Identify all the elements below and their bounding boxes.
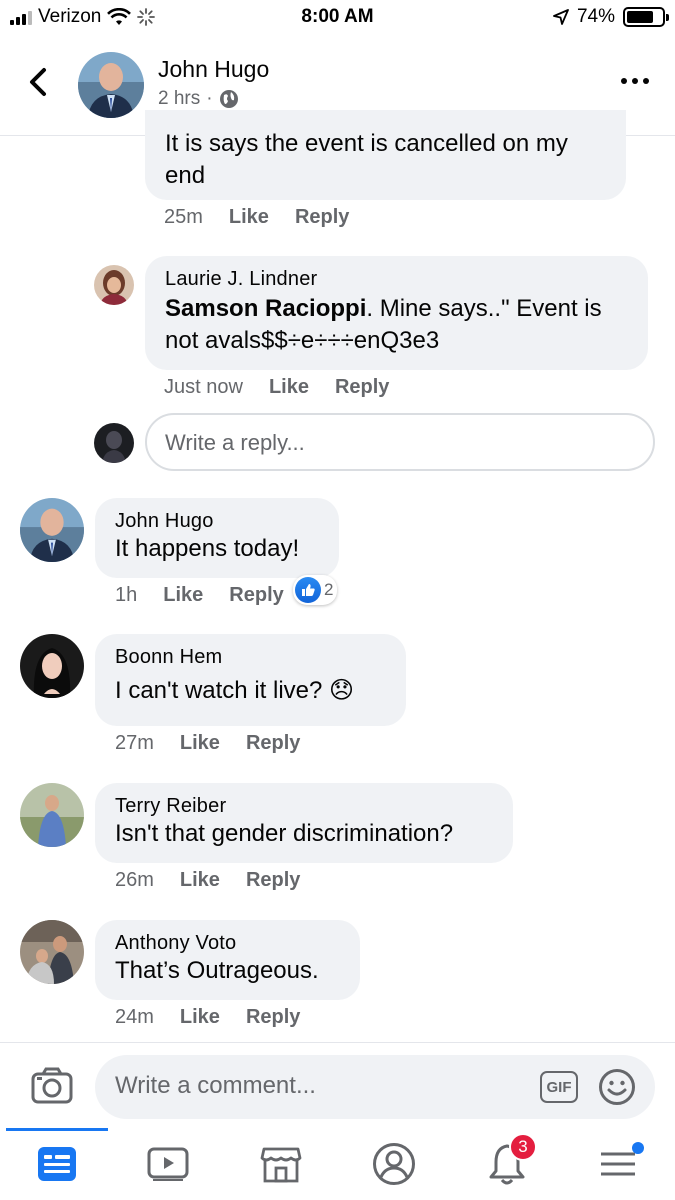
reaction-number: 2 [324, 580, 334, 599]
notification-badge: 3 [509, 1133, 537, 1161]
reply-link[interactable]: Reply [246, 732, 300, 755]
globe-icon [219, 90, 238, 108]
tab-news-feed[interactable] [7, 1128, 107, 1200]
emoji-icon[interactable] [598, 1068, 636, 1106]
comment-time: 26m [115, 869, 154, 891]
gif-button[interactable]: GIF [540, 1071, 578, 1103]
like-link[interactable]: Like [180, 1006, 220, 1029]
comment-bubble: Anthony Voto That’s Outrageous. [95, 920, 360, 1000]
location-arrow-icon [553, 9, 569, 25]
comment-bubble: John Hugo It happens today! [95, 498, 339, 578]
current-user-avatar [94, 423, 134, 463]
comment-time: 1h [115, 584, 138, 606]
comment-author[interactable]: John Hugo [115, 510, 319, 533]
separator-dot: · [206, 88, 213, 109]
bottom-tab-bar: 3 [0, 1128, 675, 1200]
more-options-icon[interactable] [621, 78, 649, 84]
reply-link[interactable]: Reply [335, 376, 389, 399]
tab-menu[interactable] [568, 1128, 668, 1200]
commenter-avatar[interactable] [20, 920, 84, 984]
profile-icon [373, 1143, 415, 1185]
video-icon [147, 1147, 189, 1181]
reply-bubble: Laurie J. Lindner Samson Racioppi. Mine … [145, 256, 648, 370]
comment-author[interactable]: Laurie J. Lindner [165, 268, 628, 291]
reply-link[interactable]: Reply [246, 869, 300, 892]
reply-input[interactable]: Write a reply... [145, 413, 655, 471]
reply-bubble: It is says the event is cancelled on my … [145, 110, 626, 200]
like-link[interactable]: Like [269, 376, 309, 399]
menu-notification-dot [632, 1142, 644, 1154]
comment-text: It is says the event is cancelled on my … [165, 130, 568, 189]
comment-time: 24m [115, 1006, 154, 1028]
tab-watch[interactable] [118, 1128, 218, 1200]
comment-actions: 26m Like Reply [115, 869, 326, 892]
like-link[interactable]: Like [229, 206, 269, 229]
camera-icon[interactable] [30, 1065, 74, 1105]
commenter-avatar[interactable] [20, 634, 84, 698]
commenter-avatar[interactable] [20, 498, 84, 562]
comment-actions: 25m Like Reply [164, 206, 375, 229]
back-arrow-icon[interactable] [24, 64, 54, 100]
comment-text: It happens today! [115, 535, 300, 562]
comment-actions: Just now Like Reply [164, 376, 415, 399]
comment-actions: 27m Like Reply [115, 732, 326, 755]
battery-percent: 74% [576, 6, 615, 27]
tab-profile[interactable] [344, 1128, 444, 1200]
comment-author[interactable]: Anthony Voto [115, 932, 340, 955]
like-link[interactable]: Like [180, 732, 220, 755]
reaction-count[interactable]: 2 [293, 575, 338, 605]
comment-time: 27m [115, 732, 154, 754]
comment-text: Isn't that gender discrimination? [115, 820, 454, 847]
post-meta: 2 hrs · [158, 88, 239, 110]
comment-actions: 1h Like Reply [115, 584, 310, 607]
reply-link[interactable]: Reply [246, 1006, 300, 1029]
battery-icon [623, 7, 669, 27]
reply-link[interactable]: Reply [295, 206, 349, 229]
comment-time: Just now [164, 376, 243, 398]
tab-notifications[interactable]: 3 [457, 1128, 557, 1200]
comment-composer: Write a comment... GIF [0, 1042, 675, 1128]
marketplace-icon [260, 1147, 302, 1183]
reply-link[interactable]: Reply [229, 584, 283, 607]
mention-link[interactable]: Samson Racioppi [165, 295, 366, 322]
comment-bubble: Boonn Hem I can't watch it live? 😞 [95, 634, 406, 726]
author-avatar[interactable] [78, 52, 144, 118]
like-reaction-icon [295, 577, 321, 603]
like-link[interactable]: Like [180, 869, 220, 892]
comment-author[interactable]: Terry Reiber [115, 795, 493, 818]
comment-text: I can't watch it live? 😞 [115, 677, 355, 704]
commenter-avatar[interactable] [94, 265, 134, 305]
comment-author[interactable]: Boonn Hem [115, 646, 386, 669]
status-bar: Verizon 8:00 AM 74% [0, 0, 675, 34]
like-link[interactable]: Like [163, 584, 203, 607]
comment-text: That’s Outrageous. [115, 957, 319, 984]
post-time: 2 hrs [158, 88, 201, 109]
post-author-name[interactable]: John Hugo [158, 56, 269, 83]
tab-marketplace[interactable] [231, 1128, 331, 1200]
menu-icon [601, 1152, 635, 1176]
comment-actions: 24m Like Reply [115, 1006, 326, 1029]
commenter-avatar[interactable] [20, 783, 84, 847]
comment-time: 25m [164, 206, 203, 228]
comment-body: Samson Racioppi. Mine says.." Event is n… [165, 293, 628, 357]
comment-bubble: Terry Reiber Isn't that gender discrimin… [95, 783, 513, 863]
news-feed-icon [38, 1147, 76, 1181]
